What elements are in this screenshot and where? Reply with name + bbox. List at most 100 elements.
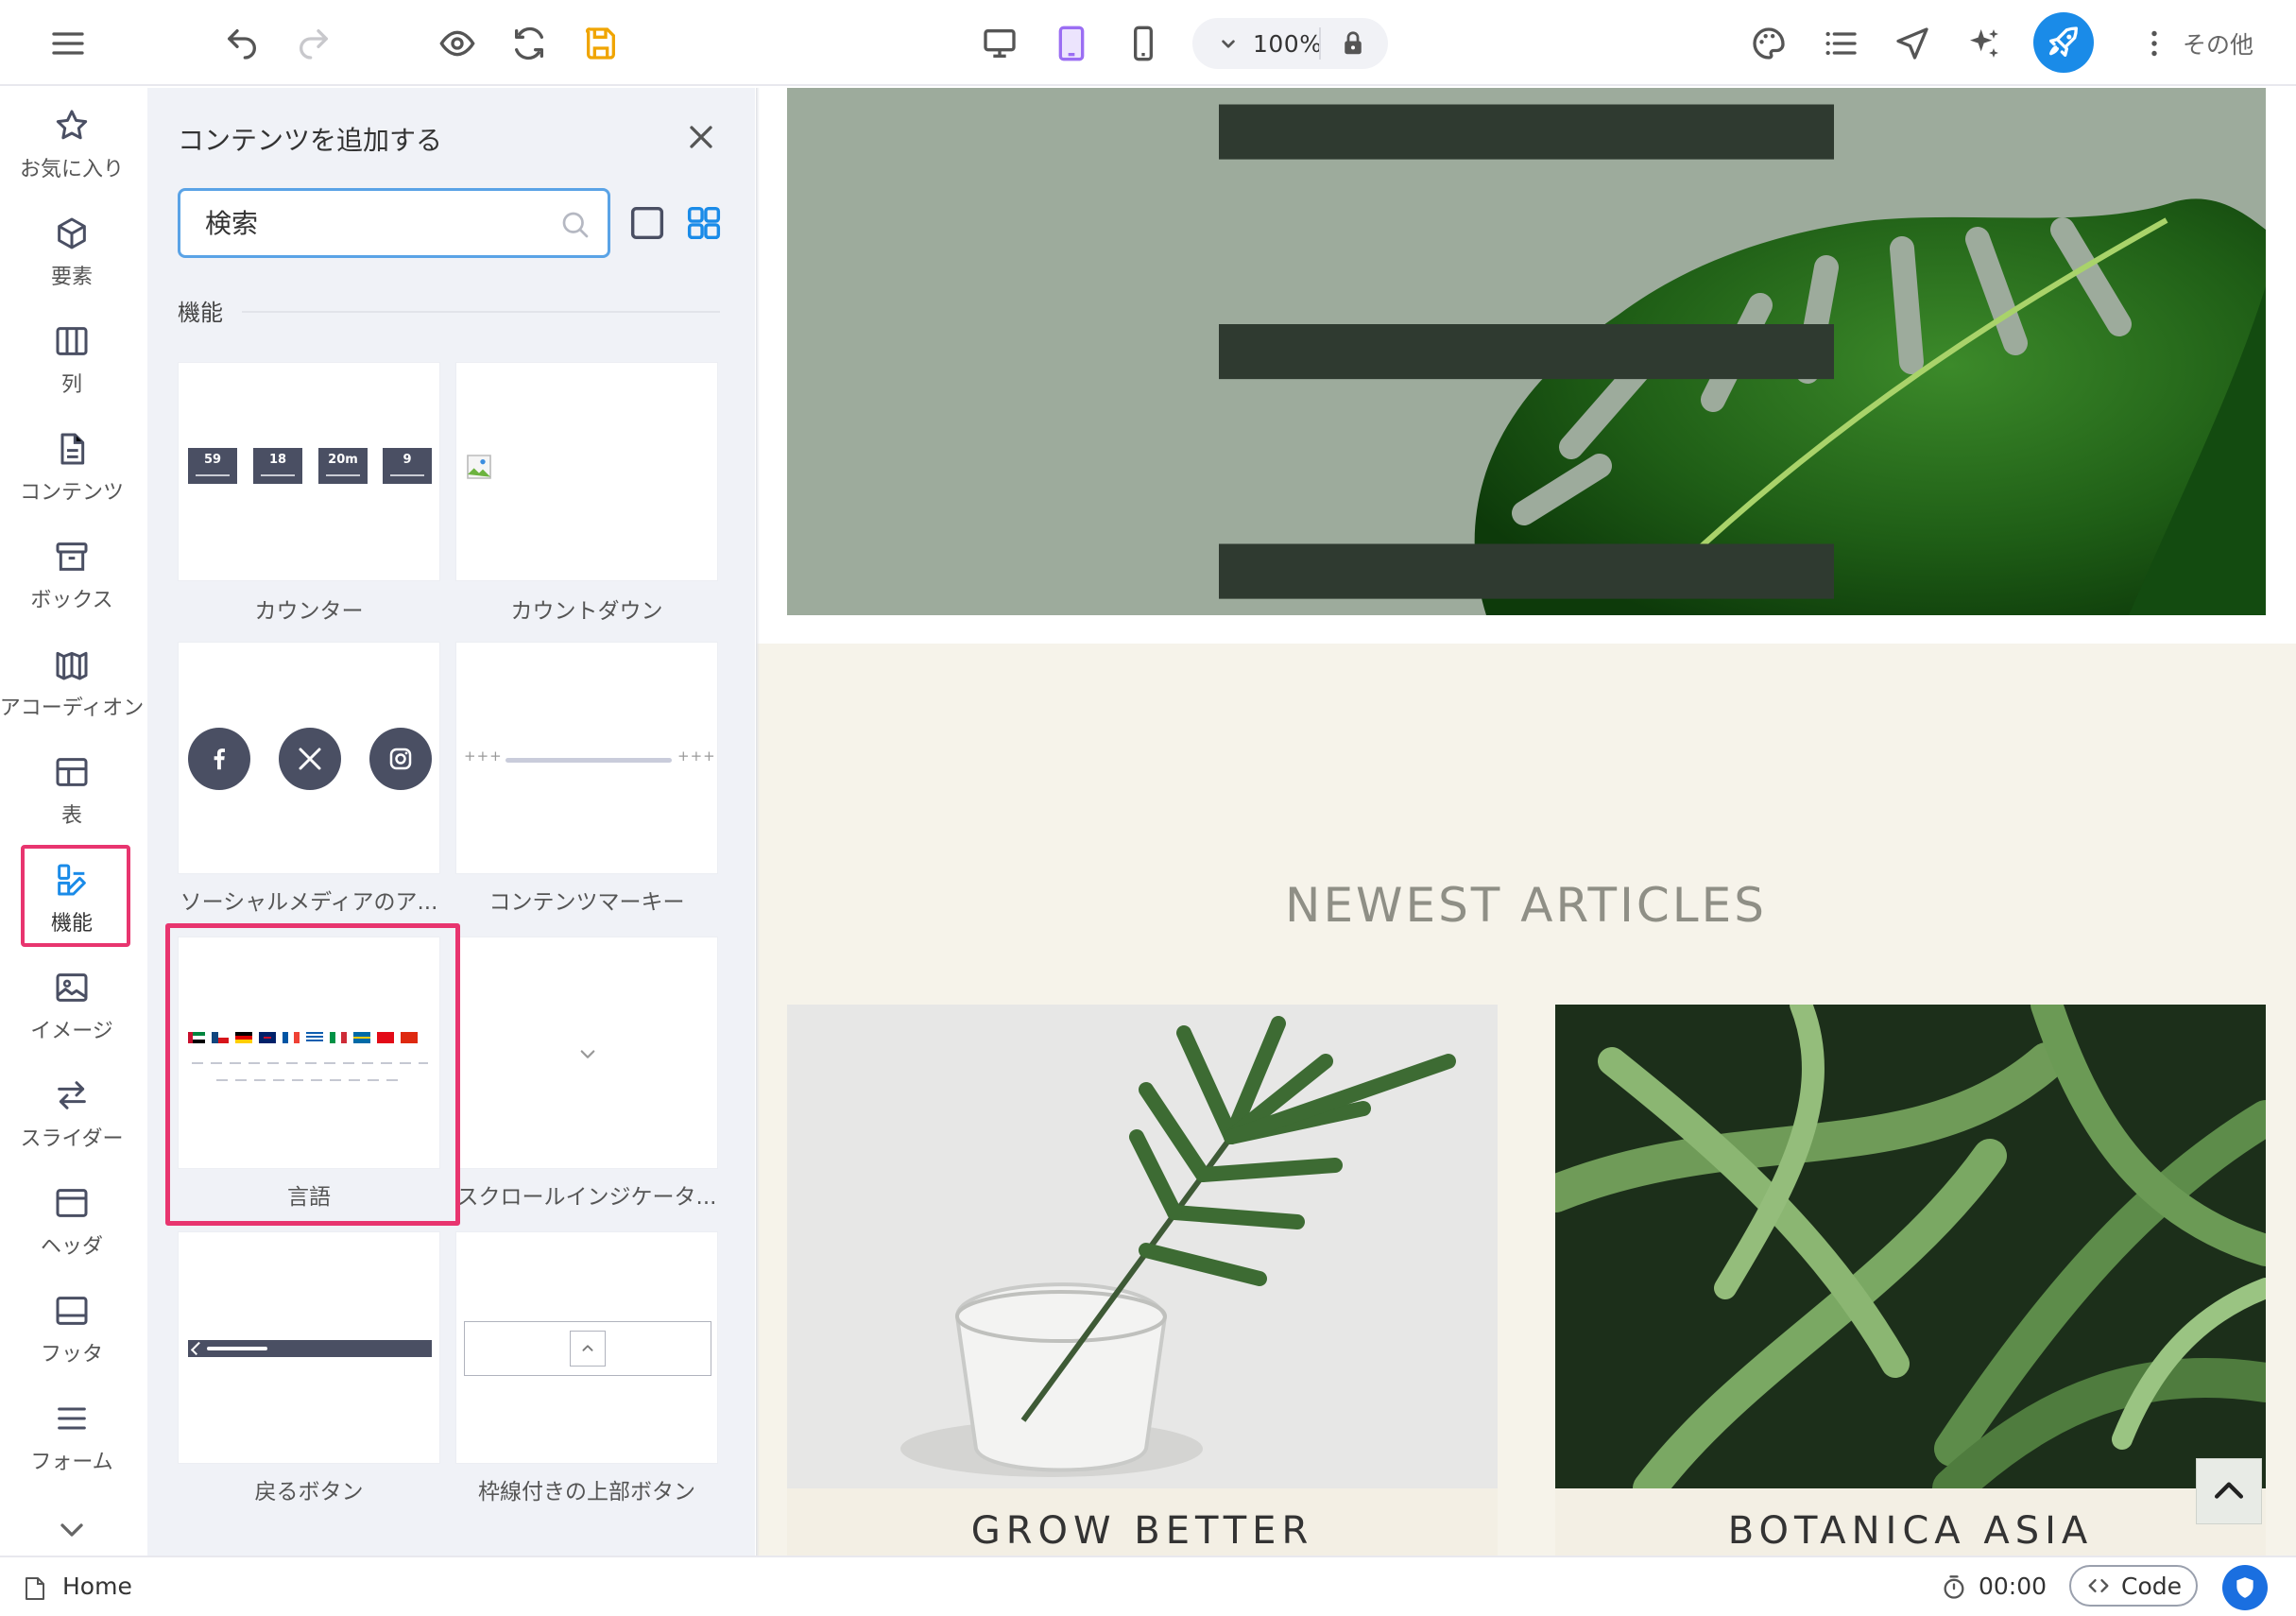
placeholder-line xyxy=(216,1079,405,1081)
card-label: ソーシャルメディアのア... xyxy=(180,890,438,915)
lock-icon xyxy=(1345,31,1362,55)
nav-item-label: お気に入り xyxy=(19,158,124,181)
nav-item-columns[interactable]: 列 xyxy=(0,309,144,411)
code-view-button[interactable]: Code xyxy=(2069,1565,2198,1607)
more-menu-button[interactable]: その他 xyxy=(2137,17,2253,70)
top-button-box xyxy=(570,1331,606,1367)
nav-item-label: 表 xyxy=(60,804,82,828)
france-flag-icon xyxy=(283,1032,300,1043)
card-label: コンテンツマーキー xyxy=(488,890,685,915)
list-icon xyxy=(1825,31,1857,56)
nav-item-label: スライダー xyxy=(20,1127,124,1151)
article-title[interactable]: BOTANICA ASIA xyxy=(1555,1509,2266,1553)
marquee-text-left: +++ xyxy=(464,748,503,765)
germany-flag-icon xyxy=(235,1032,252,1043)
nav-item-form[interactable]: フォーム xyxy=(0,1386,144,1488)
card-preview xyxy=(455,362,718,581)
card-preview xyxy=(455,937,718,1169)
square-icon xyxy=(630,206,664,240)
site-menu-icon[interactable] xyxy=(787,88,2266,615)
article-card[interactable]: GROW BETTER xyxy=(787,1005,1498,1556)
main-menu-button[interactable] xyxy=(42,17,94,70)
code-button-label: Code xyxy=(2120,1572,2182,1600)
top-toolbar: 100% その他 xyxy=(0,0,2296,86)
nav-item-label: コンテンツ xyxy=(19,481,124,505)
article-image xyxy=(1555,1005,2266,1488)
navigator-button[interactable] xyxy=(1886,17,1939,70)
back-to-top-button[interactable] xyxy=(2196,1458,2262,1524)
desktop-view-button[interactable] xyxy=(973,17,1026,70)
section-title: NEWEST ARTICLES xyxy=(1285,878,1767,933)
search-box xyxy=(178,188,610,258)
mobile-view-button[interactable] xyxy=(1117,17,1170,70)
image-icon xyxy=(56,973,88,1002)
chevron-down-icon xyxy=(60,1523,83,1537)
eye-icon xyxy=(439,30,475,57)
lock-zoom-button[interactable] xyxy=(1334,25,1372,62)
nav-item-label: ヘッダ xyxy=(40,1235,103,1259)
columns-icon xyxy=(56,327,88,355)
undo-button[interactable] xyxy=(215,17,268,70)
redo-button[interactable] xyxy=(287,17,340,70)
nav-item-contents[interactable]: コンテンツ xyxy=(0,417,144,519)
preview-button[interactable] xyxy=(431,17,484,70)
counter-digit: 20m xyxy=(318,448,368,484)
turkey-flag-icon xyxy=(377,1032,394,1043)
palette-icon xyxy=(1753,27,1785,60)
current-page-name[interactable]: Home xyxy=(62,1573,132,1600)
save-button[interactable] xyxy=(574,17,627,70)
refresh-button[interactable] xyxy=(503,17,556,70)
search-input[interactable] xyxy=(205,204,545,242)
zoom-dropdown-button[interactable] xyxy=(1209,25,1247,62)
grid-view-toggle[interactable] xyxy=(682,201,726,245)
security-status-button[interactable] xyxy=(2222,1565,2268,1610)
panel-title: コンテンツを追加する xyxy=(178,125,443,156)
form-icon xyxy=(58,1407,86,1430)
sweden-flag-icon xyxy=(353,1032,370,1043)
vertical-dots-icon xyxy=(2151,30,2157,57)
x-twitter-icon xyxy=(279,728,341,790)
palm-in-glass-illustration xyxy=(787,1005,1498,1488)
single-view-toggle[interactable] xyxy=(625,201,669,245)
card-label: 枠線付きの上部ボタン xyxy=(478,1480,695,1504)
cube-icon xyxy=(58,217,86,249)
nav-item-elements[interactable]: 要素 xyxy=(0,201,144,303)
counter-digit: 59 xyxy=(188,448,237,484)
nav-item-slider[interactable]: スライダー xyxy=(0,1063,144,1165)
close-panel-button[interactable] xyxy=(682,118,720,156)
instagram-icon xyxy=(369,728,432,790)
ai-assistant-button[interactable] xyxy=(1958,17,2011,70)
layers-list-button[interactable] xyxy=(1814,17,1867,70)
hero-section xyxy=(756,88,2296,644)
publish-button[interactable] xyxy=(2033,12,2094,73)
card-label: 戻るボタン xyxy=(254,1480,364,1504)
page-canvas: NEWEST ARTICLES GROW BETTER BOTANICA ASI… xyxy=(756,88,2296,1556)
card-label: カウンター xyxy=(254,599,364,624)
nav-item-table[interactable]: 表 xyxy=(0,740,144,842)
hero-image xyxy=(787,88,2266,615)
card-label: 言語 xyxy=(287,1185,331,1210)
nav-item-accordion[interactable]: アコーディオン xyxy=(0,632,144,734)
article-card[interactable]: BOTANICA ASIA xyxy=(1555,1005,2266,1556)
nav-scroll-down-button[interactable] xyxy=(53,1511,91,1549)
tablet-view-button[interactable] xyxy=(1045,17,1098,70)
nav-item-features[interactable]: 機能 xyxy=(0,848,144,950)
more-menu-label: その他 xyxy=(2183,31,2254,59)
star-icon xyxy=(56,110,88,140)
sparkles-icon xyxy=(1970,29,1998,58)
nav-item-image[interactable]: イメージ xyxy=(0,955,144,1057)
theme-palette-button[interactable] xyxy=(1742,17,1795,70)
card-label: スクロールインジケータ... xyxy=(456,1185,717,1210)
nav-item-header[interactable]: ヘッダ xyxy=(0,1171,144,1273)
features-icon xyxy=(58,864,86,896)
nav-item-box[interactable]: ボックス xyxy=(0,524,144,627)
slider-icon xyxy=(58,1081,86,1109)
placeholder-line xyxy=(192,1062,428,1064)
navigation-arrow-icon xyxy=(1896,27,1928,60)
nav-item-label: 列 xyxy=(60,373,82,397)
nav-item-footer[interactable]: フッタ xyxy=(0,1279,144,1381)
nav-item-favorites[interactable]: お気に入り xyxy=(0,94,144,196)
rocket-icon xyxy=(2049,26,2078,57)
tablet-icon xyxy=(1058,26,1085,61)
article-title[interactable]: GROW BETTER xyxy=(787,1509,1498,1553)
